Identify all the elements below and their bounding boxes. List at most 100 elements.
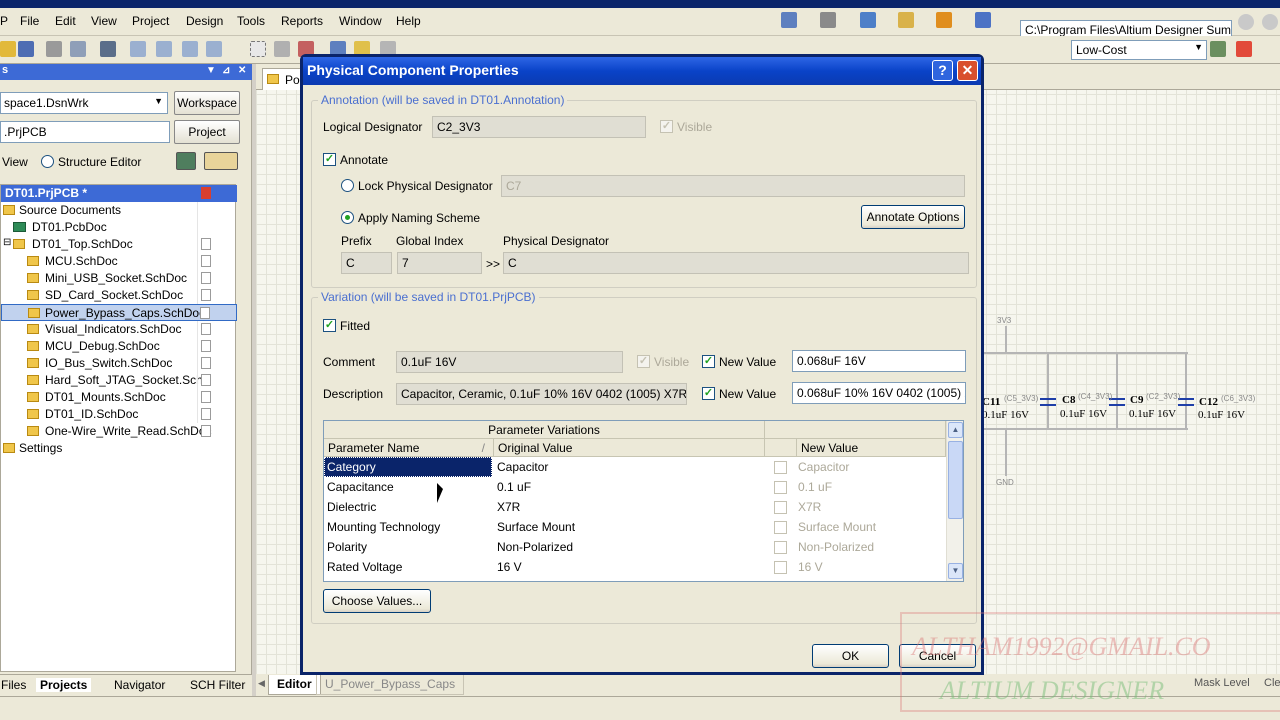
tree-item-schdoc-selected[interactable]: Power_Bypass_Caps.SchDoc <box>1 304 237 321</box>
grid-scrollbar[interactable]: ▲ ▼ <box>946 421 963 581</box>
tree-item-schdoc[interactable]: One-Wire_Write_Read.SchDoc <box>1 423 237 440</box>
apply-naming-scheme-radio[interactable] <box>341 211 354 224</box>
tree-item-schdoc[interactable]: Mini_USB_Socket.SchDoc <box>1 270 237 287</box>
select-area-icon[interactable] <box>250 41 266 57</box>
zoom-dropdown-icon[interactable] <box>206 41 222 57</box>
tree-item-project[interactable]: DT01.PrjPCB * <box>1 185 237 202</box>
param-new-value[interactable]: 16 V <box>798 560 823 574</box>
param-vary-checkbox[interactable] <box>774 501 787 514</box>
param-new-value[interactable]: Surface Mount <box>798 520 876 534</box>
zoom-fit-icon[interactable] <box>130 41 146 57</box>
tree-item-settings[interactable]: Settings <box>1 440 237 457</box>
grid-tool-icon[interactable] <box>975 12 991 28</box>
column-header-new-value[interactable]: New Value <box>797 439 946 457</box>
tab-files[interactable]: Files <box>1 678 26 692</box>
panel-menu-icon[interactable]: ▼ <box>206 65 216 76</box>
cap-value[interactable]: 0.1uF 16V <box>982 409 1029 421</box>
capacitor-symbol[interactable] <box>1178 398 1194 400</box>
comment-new-value-checkbox[interactable]: ✓ <box>702 355 715 368</box>
menu-window[interactable]: Window <box>339 14 382 28</box>
dialog-title-bar[interactable]: Physical Component Properties ? ✕ <box>303 57 981 85</box>
3d-view-icon[interactable] <box>100 41 116 57</box>
scroll-thumb[interactable] <box>948 441 963 519</box>
menu-p[interactable]: P <box>0 14 8 28</box>
menu-edit[interactable]: Edit <box>55 14 76 28</box>
tree-item-top-schdoc[interactable]: ⊟ DT01_Top.SchDoc <box>1 236 237 253</box>
net-label-gnd[interactable]: GND <box>996 478 1014 487</box>
annotate-options-button[interactable]: Annotate Options <box>861 205 965 229</box>
menu-design[interactable]: Design <box>186 14 223 28</box>
structure-editor-radio[interactable] <box>41 155 54 168</box>
tab-editor[interactable]: Editor <box>268 675 321 695</box>
save-icon[interactable] <box>18 41 34 57</box>
tree-item-source-documents[interactable]: Source Documents <box>1 202 237 219</box>
capacitor-symbol[interactable] <box>1040 404 1056 406</box>
tab-power-bypass-caps[interactable]: U_Power_Bypass_Caps <box>316 675 465 695</box>
menu-help[interactable]: Help <box>396 14 421 28</box>
tree-item-schdoc[interactable]: IO_Bus_Switch.SchDoc <box>1 355 237 372</box>
workspace-button[interactable]: Workspace <box>174 91 240 115</box>
back-icon[interactable] <box>1238 14 1254 30</box>
param-vary-checkbox[interactable] <box>774 461 787 474</box>
scroll-down-icon[interactable]: ▼ <box>948 563 963 579</box>
bus-tool-icon[interactable] <box>820 12 836 28</box>
fitted-checkbox[interactable]: ✓ <box>323 319 336 332</box>
table-row[interactable]: Rated Voltage 16 V 16 V <box>324 557 946 577</box>
tab-navigator[interactable]: Navigator <box>114 678 165 692</box>
tree-item-schdoc[interactable]: Visual_Indicators.SchDoc <box>1 321 237 338</box>
param-new-value[interactable]: Non-Polarized <box>798 540 874 554</box>
project-button[interactable]: Project <box>174 120 240 144</box>
project-field[interactable]: .PrjPCB <box>0 121 170 143</box>
cap-ref[interactable]: C12 <box>1199 396 1218 408</box>
help-icon[interactable]: ? <box>932 60 953 81</box>
variant-manager-icon[interactable] <box>1210 41 1226 57</box>
add-document-icon[interactable] <box>204 152 238 170</box>
capacitor-symbol[interactable] <box>1109 404 1125 406</box>
description-new-value-checkbox[interactable]: ✓ <box>702 387 715 400</box>
param-vary-checkbox[interactable] <box>774 481 787 494</box>
file-view-label[interactable]: View <box>2 155 28 169</box>
wire-tool-icon[interactable] <box>781 12 797 28</box>
print-icon[interactable] <box>46 41 62 57</box>
scroll-left-icon[interactable]: ◀ <box>258 678 265 689</box>
tree-item-schdoc[interactable]: DT01_Mounts.SchDoc <box>1 389 237 406</box>
tree-item-schdoc[interactable]: Hard_Soft_JTAG_Socket.Sch <box>1 372 237 389</box>
capacitor-symbol[interactable] <box>1178 404 1194 406</box>
comment-new-value-input[interactable]: 0.068uF 16V <box>792 350 966 372</box>
cap-ref[interactable]: C11 <box>982 396 1000 408</box>
project-settings-icon[interactable] <box>176 152 196 170</box>
column-header-original-value[interactable]: Original Value <box>494 439 765 457</box>
cap-ref[interactable]: C8 <box>1062 394 1075 406</box>
param-new-value[interactable]: 0.1 uF <box>798 480 832 494</box>
directive-tool-icon[interactable] <box>936 12 952 28</box>
tree-item-schdoc[interactable]: SD_Card_Socket.SchDoc <box>1 287 237 304</box>
description-new-value-input[interactable]: 0.068uF 10% 16V 0402 (1005) X7 <box>792 382 966 404</box>
annotate-checkbox[interactable]: ✓ <box>323 153 336 166</box>
tree-item-schdoc[interactable]: MCU.SchDoc <box>1 253 237 270</box>
print-preview-icon[interactable] <box>70 41 86 57</box>
capacitor-symbol[interactable] <box>1040 398 1056 400</box>
menu-project[interactable]: Project <box>132 14 169 28</box>
document-tab[interactable]: Po <box>262 68 302 90</box>
variant-delete-icon[interactable] <box>1236 41 1252 57</box>
lock-physical-designator-radio[interactable] <box>341 179 354 192</box>
panel-close-icon[interactable]: ✕ <box>238 65 246 76</box>
variant-select[interactable]: Low-Cost ▼ <box>1071 40 1207 60</box>
zoom-selected-icon[interactable] <box>182 41 198 57</box>
table-row[interactable]: Dielectric X7R X7R <box>324 497 946 517</box>
scroll-up-icon[interactable]: ▲ <box>948 422 963 438</box>
param-new-value[interactable]: X7R <box>798 500 821 514</box>
param-vary-checkbox[interactable] <box>774 521 787 534</box>
cap-value[interactable]: 0.1uF 16V <box>1060 408 1107 420</box>
panel-pin-icon[interactable]: ⊿ <box>222 65 230 76</box>
cap-value[interactable]: 0.1uF 16V <box>1198 409 1245 421</box>
menu-view[interactable]: View <box>91 14 117 28</box>
table-row[interactable]: Polarity Non-Polarized Non-Polarized <box>324 537 946 557</box>
menu-reports[interactable]: Reports <box>281 14 323 28</box>
param-vary-checkbox[interactable] <box>774 541 787 554</box>
menu-file[interactable]: File <box>20 14 39 28</box>
port-tool-icon[interactable] <box>898 12 914 28</box>
tree-item-pcbdoc[interactable]: DT01.PcbDoc <box>1 219 237 236</box>
table-row[interactable]: Capacitance 0.1 uF 0.1 uF <box>324 477 946 497</box>
choose-values-button[interactable]: Choose Values... <box>323 589 431 613</box>
